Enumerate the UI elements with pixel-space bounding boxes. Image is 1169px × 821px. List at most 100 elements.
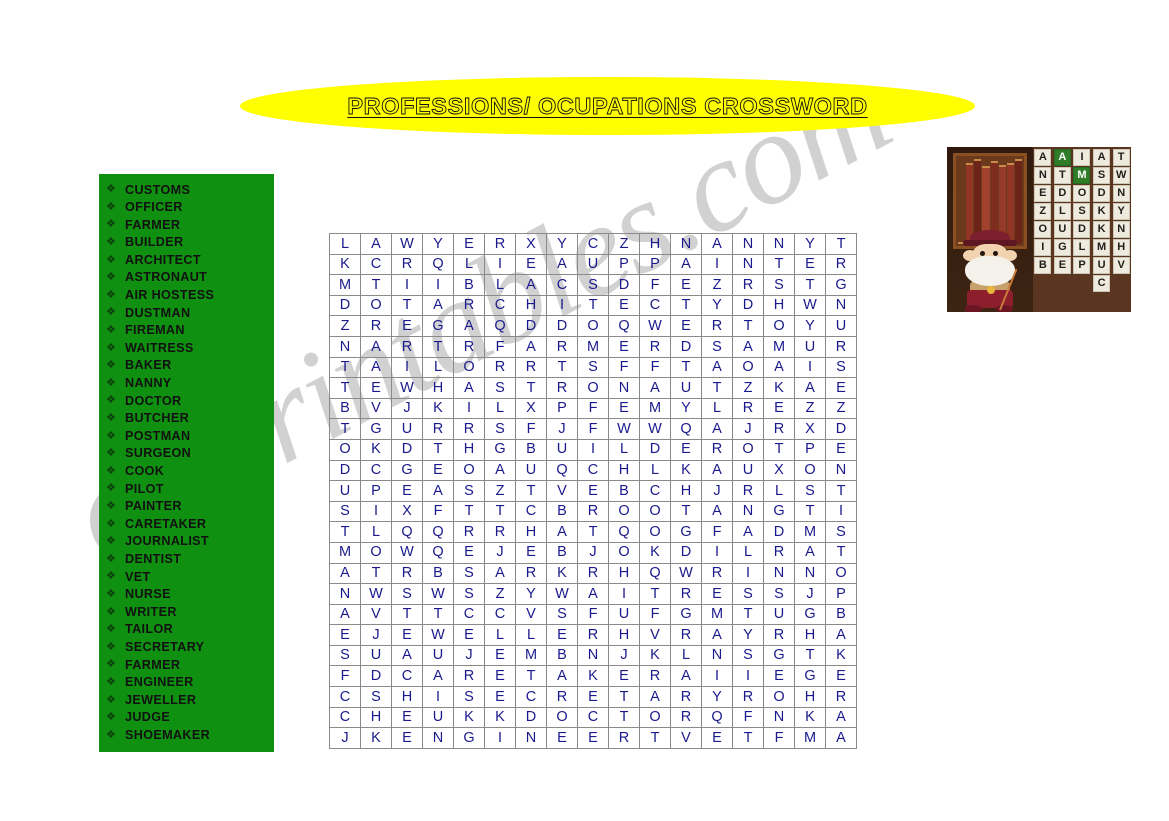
puzzle-cell[interactable]: T — [608, 686, 640, 708]
puzzle-cell[interactable]: H — [794, 624, 826, 646]
puzzle-cell[interactable]: R — [577, 624, 609, 646]
puzzle-cell[interactable]: N — [763, 562, 795, 585]
puzzle-cell[interactable]: G — [391, 459, 423, 482]
puzzle-cell[interactable]: E — [484, 686, 516, 708]
puzzle-cell[interactable]: E — [825, 438, 857, 461]
puzzle-cell[interactable]: L — [701, 397, 733, 420]
puzzle-cell[interactable]: I — [577, 438, 609, 461]
puzzle-cell[interactable]: T — [422, 438, 454, 461]
puzzle-cell[interactable]: A — [577, 583, 609, 605]
puzzle-cell[interactable]: T — [825, 233, 857, 255]
puzzle-cell[interactable]: S — [825, 521, 857, 543]
puzzle-cell[interactable]: R — [670, 686, 702, 708]
puzzle-cell[interactable]: E — [484, 644, 516, 667]
puzzle-cell[interactable]: B — [329, 397, 361, 420]
puzzle-cell[interactable]: U — [577, 253, 609, 276]
puzzle-cell[interactable]: J — [732, 418, 764, 440]
puzzle-cell[interactable]: S — [484, 418, 516, 440]
puzzle-cell[interactable]: A — [515, 335, 547, 358]
puzzle-cell[interactable]: N — [329, 335, 361, 358]
puzzle-cell[interactable]: V — [515, 603, 547, 626]
puzzle-cell[interactable]: U — [608, 603, 640, 626]
puzzle-cell[interactable]: B — [515, 438, 547, 461]
puzzle-cell[interactable]: A — [360, 233, 392, 255]
puzzle-cell[interactable]: M — [794, 727, 826, 749]
puzzle-cell[interactable]: N — [608, 377, 640, 399]
puzzle-cell[interactable]: D — [515, 706, 547, 729]
puzzle-cell[interactable]: Z — [484, 480, 516, 502]
puzzle-cell[interactable]: C — [639, 480, 671, 502]
puzzle-cell[interactable]: R — [515, 562, 547, 585]
puzzle-cell[interactable]: K — [546, 562, 578, 585]
puzzle-cell[interactable]: O — [546, 706, 578, 729]
puzzle-cell[interactable]: R — [422, 418, 454, 440]
puzzle-cell[interactable]: K — [794, 706, 826, 729]
puzzle-cell[interactable]: A — [422, 480, 454, 502]
puzzle-cell[interactable]: E — [422, 459, 454, 482]
puzzle-cell[interactable]: R — [391, 335, 423, 358]
puzzle-cell[interactable]: O — [577, 377, 609, 399]
puzzle-cell[interactable]: J — [453, 644, 485, 667]
puzzle-cell[interactable]: B — [825, 603, 857, 626]
puzzle-cell[interactable]: E — [608, 665, 640, 688]
puzzle-cell[interactable]: P — [546, 397, 578, 420]
puzzle-cell[interactable]: F — [484, 335, 516, 358]
puzzle-cell[interactable]: U — [670, 377, 702, 399]
puzzle-cell[interactable]: T — [701, 377, 733, 399]
puzzle-cell[interactable]: E — [391, 624, 423, 646]
puzzle-cell[interactable]: E — [391, 480, 423, 502]
puzzle-cell[interactable]: D — [546, 315, 578, 337]
puzzle-cell[interactable]: O — [825, 562, 857, 585]
puzzle-cell[interactable]: H — [670, 480, 702, 502]
puzzle-cell[interactable]: W — [422, 583, 454, 605]
puzzle-cell[interactable]: R — [763, 624, 795, 646]
puzzle-cell[interactable]: A — [701, 500, 733, 523]
puzzle-cell[interactable]: D — [391, 438, 423, 461]
puzzle-cell[interactable]: S — [329, 644, 361, 667]
puzzle-cell[interactable]: O — [639, 521, 671, 543]
puzzle-cell[interactable]: U — [422, 644, 454, 667]
puzzle-cell[interactable]: R — [701, 438, 733, 461]
puzzle-cell[interactable]: I — [732, 665, 764, 688]
puzzle-cell[interactable]: A — [763, 356, 795, 379]
puzzle-cell[interactable]: N — [422, 727, 454, 749]
puzzle-cell[interactable]: H — [794, 686, 826, 708]
puzzle-cell[interactable]: F — [763, 727, 795, 749]
puzzle-cell[interactable]: E — [701, 727, 733, 749]
puzzle-cell[interactable]: T — [453, 500, 485, 523]
puzzle-cell[interactable]: C — [329, 706, 361, 729]
puzzle-cell[interactable]: Q — [701, 706, 733, 729]
puzzle-cell[interactable]: P — [825, 583, 857, 605]
puzzle-cell[interactable]: T — [391, 603, 423, 626]
puzzle-cell[interactable]: U — [825, 315, 857, 337]
puzzle-cell[interactable]: A — [453, 315, 485, 337]
puzzle-cell[interactable]: Y — [794, 233, 826, 255]
puzzle-cell[interactable]: R — [763, 541, 795, 564]
puzzle-cell[interactable]: A — [732, 521, 764, 543]
puzzle-cell[interactable]: Q — [422, 253, 454, 276]
puzzle-cell[interactable]: A — [701, 233, 733, 255]
puzzle-cell[interactable]: A — [825, 727, 857, 749]
puzzle-cell[interactable]: V — [639, 624, 671, 646]
puzzle-cell[interactable]: Y — [794, 315, 826, 337]
puzzle-cell[interactable]: T — [329, 418, 361, 440]
puzzle-cell[interactable]: K — [422, 397, 454, 420]
puzzle-cell[interactable]: I — [391, 356, 423, 379]
puzzle-cell[interactable]: T — [515, 377, 547, 399]
puzzle-cell[interactable]: A — [639, 686, 671, 708]
puzzle-cell[interactable]: L — [484, 274, 516, 296]
puzzle-cell[interactable]: R — [608, 727, 640, 749]
puzzle-cell[interactable]: D — [639, 438, 671, 461]
puzzle-cell[interactable]: F — [639, 274, 671, 296]
puzzle-cell[interactable]: W — [639, 418, 671, 440]
puzzle-cell[interactable]: O — [639, 706, 671, 729]
puzzle-cell[interactable]: G — [763, 500, 795, 523]
puzzle-cell[interactable]: H — [360, 706, 392, 729]
puzzle-cell[interactable]: R — [577, 562, 609, 585]
puzzle-cell[interactable]: N — [577, 644, 609, 667]
puzzle-cell[interactable]: R — [453, 665, 485, 688]
puzzle-cell[interactable]: M — [701, 603, 733, 626]
puzzle-cell[interactable]: A — [546, 253, 578, 276]
puzzle-cell[interactable]: L — [639, 459, 671, 482]
puzzle-cell[interactable]: Q — [422, 541, 454, 564]
